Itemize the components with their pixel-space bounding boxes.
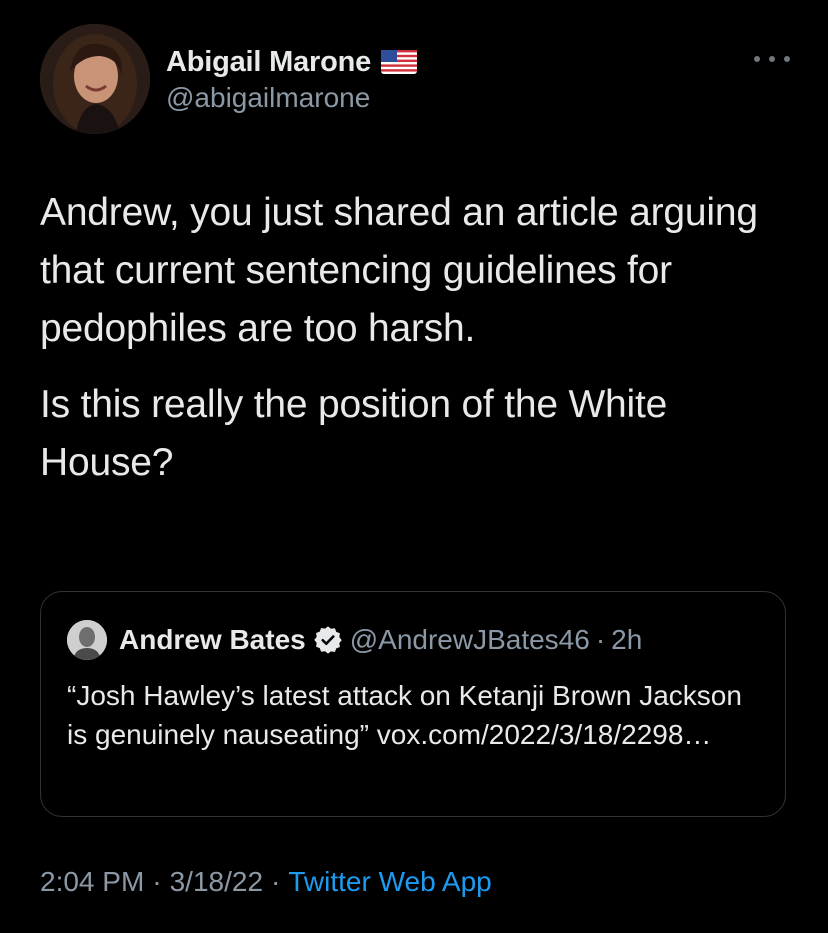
tweet-date[interactable]: 3/18/22 (170, 866, 263, 897)
avatar-image (40, 24, 150, 134)
verified-badge-icon (313, 626, 342, 654)
tweet-detail: Abigail Marone @abigailmarone Andrew, yo… (0, 0, 828, 933)
tweet-header: Abigail Marone @abigailmarone (40, 24, 790, 136)
quoted-tweet[interactable]: Andrew Bates @AndrewJBates46 · 2h “Josh … (40, 591, 786, 817)
author-display-name[interactable]: Abigail Marone (166, 46, 371, 79)
tweet-source-link[interactable]: Twitter Web App (288, 866, 491, 897)
tweet-meta: 2:04 PM · 3/18/22 · Twitter Web App (40, 866, 492, 898)
meta-separator: · (152, 866, 162, 897)
us-flag-icon (381, 50, 418, 74)
tweet-time[interactable]: 2:04 PM (40, 866, 144, 897)
more-options-icon[interactable] (754, 52, 790, 66)
quoted-timestamp: 2h (611, 624, 643, 655)
quoted-author-handle: @AndrewJBates46 (349, 624, 590, 655)
quoted-tweet-header: Andrew Bates @AndrewJBates46 · 2h (67, 620, 642, 660)
tweet-text-paragraph: Andrew, you just shared an article argui… (40, 191, 758, 350)
tweet-text-paragraph: Is this really the position of the White… (40, 383, 668, 484)
quoted-author-avatar (67, 620, 107, 660)
author-names: Abigail Marone @abigailmarone (166, 44, 418, 114)
author-handle[interactable]: @abigailmarone (166, 82, 417, 114)
tweet-text: Andrew, you just shared an article argui… (40, 184, 800, 492)
quoted-tweet-text: “Josh Hawley’s latest attack on Ketanji … (67, 680, 742, 750)
quoted-separator: · (595, 624, 606, 655)
author-avatar[interactable] (40, 24, 150, 134)
meta-separator: · (271, 866, 281, 897)
quoted-author-display-name: Andrew Bates (119, 624, 306, 655)
